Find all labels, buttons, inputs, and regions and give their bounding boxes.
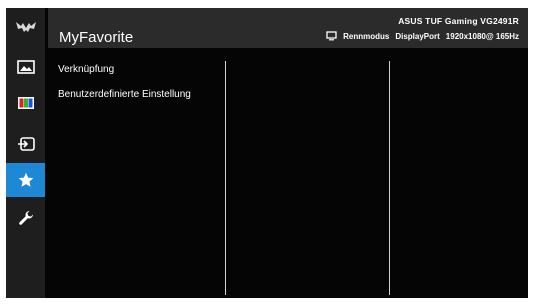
sidebar-item-system[interactable]: [6, 201, 45, 235]
sidebar-item-input[interactable]: [6, 127, 45, 161]
sidebar-item-image[interactable]: [6, 50, 45, 84]
monitor-icon: [326, 31, 337, 41]
input-source: DisplayPort: [395, 31, 440, 41]
input-source-icon: [17, 137, 35, 151]
menu-item-customized-setting[interactable]: Benutzerdefinierte Einstellung: [58, 89, 191, 100]
status-bar: Rennmodus DisplayPort 1920x1080@ 165Hz: [326, 31, 519, 41]
sidebar-item-myfavorite[interactable]: [6, 163, 45, 197]
main-panel: MyFavorite ASUS TUF Gaming VG2491R Rennm…: [48, 8, 528, 298]
sidebar: [6, 8, 45, 298]
color-bars-icon: [17, 97, 34, 109]
wrench-icon: [18, 211, 33, 225]
sidebar-item-color[interactable]: [6, 86, 45, 120]
game-mode: Rennmodus: [343, 31, 390, 41]
page-title: MyFavorite: [59, 29, 134, 46]
header: MyFavorite ASUS TUF Gaming VG2491R Rennm…: [48, 8, 528, 48]
tuf-gaming-logo-icon: [6, 10, 45, 44]
monitor-model: ASUS TUF Gaming VG2491R: [398, 16, 519, 26]
image-icon: [16, 60, 35, 74]
resolution: 1920x1080@ 165Hz: [445, 31, 519, 41]
star-icon: [18, 172, 33, 187]
column-divider: [225, 61, 226, 295]
menu-item-shortcut[interactable]: Verknüpfung: [58, 64, 114, 75]
osd-menu: MyFavorite ASUS TUF Gaming VG2491R Rennm…: [6, 8, 528, 298]
column-divider: [389, 61, 390, 295]
